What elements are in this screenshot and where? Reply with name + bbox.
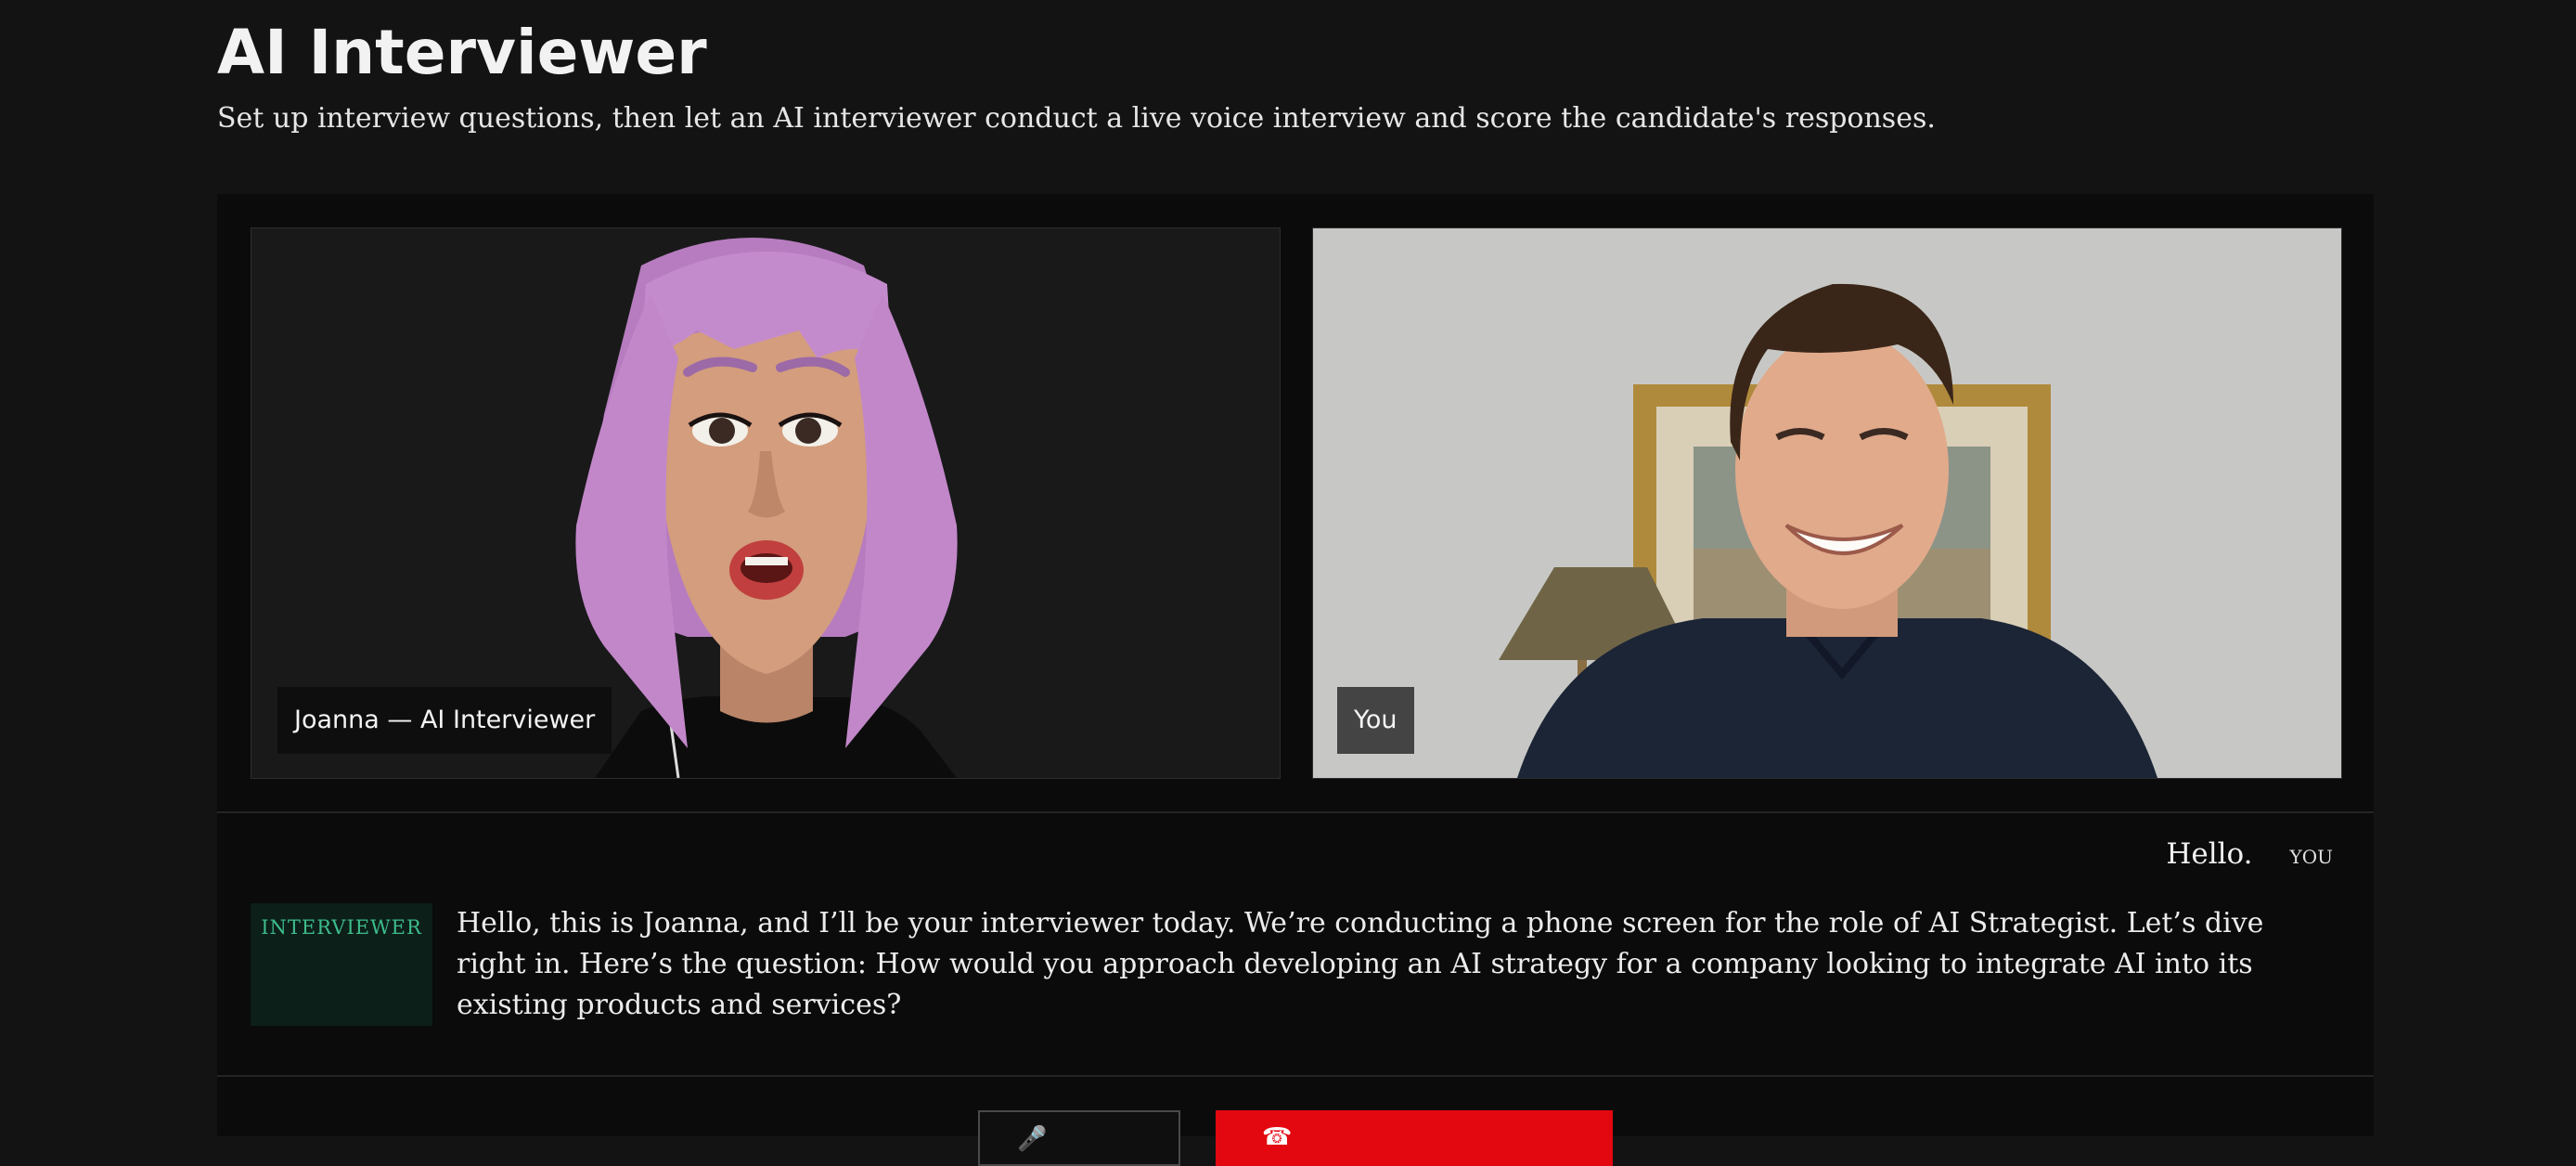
page-subtitle: Set up interview questions, then let an … [217,102,1936,135]
mute-button[interactable]: 🎤 [978,1110,1180,1166]
user-message-text: Hello. [2166,837,2253,871]
interviewer-message-text: Hello, this is Joanna, and I’ll be your … [457,907,2264,1021]
ai-video-label: Joanna — AI Interviewer [277,687,612,754]
interviewer-speaker-tag: INTERVIEWER [251,903,432,1026]
end-interview-button[interactable]: ☎ [1216,1110,1613,1166]
microphone-icon: 🎤 [1017,1125,1048,1153]
user-video-label: You [1337,687,1414,754]
user-video: You [1312,227,2342,779]
user-speaker-tag: YOU [2289,846,2333,868]
user-camera-image [1313,228,2341,778]
transcript-divider-bottom [217,1075,2374,1077]
ai-interviewer-video: Joanna — AI Interviewer [251,227,1281,779]
user-message: Hello. YOU [2166,837,2333,871]
page-title: AI Interviewer [217,17,707,88]
interview-panel: Joanna — AI Interviewer You Hello. YOU I… [217,194,2374,1166]
phone-end-icon: ☎ [1262,1123,1293,1151]
transcript-divider-top [217,811,2374,813]
